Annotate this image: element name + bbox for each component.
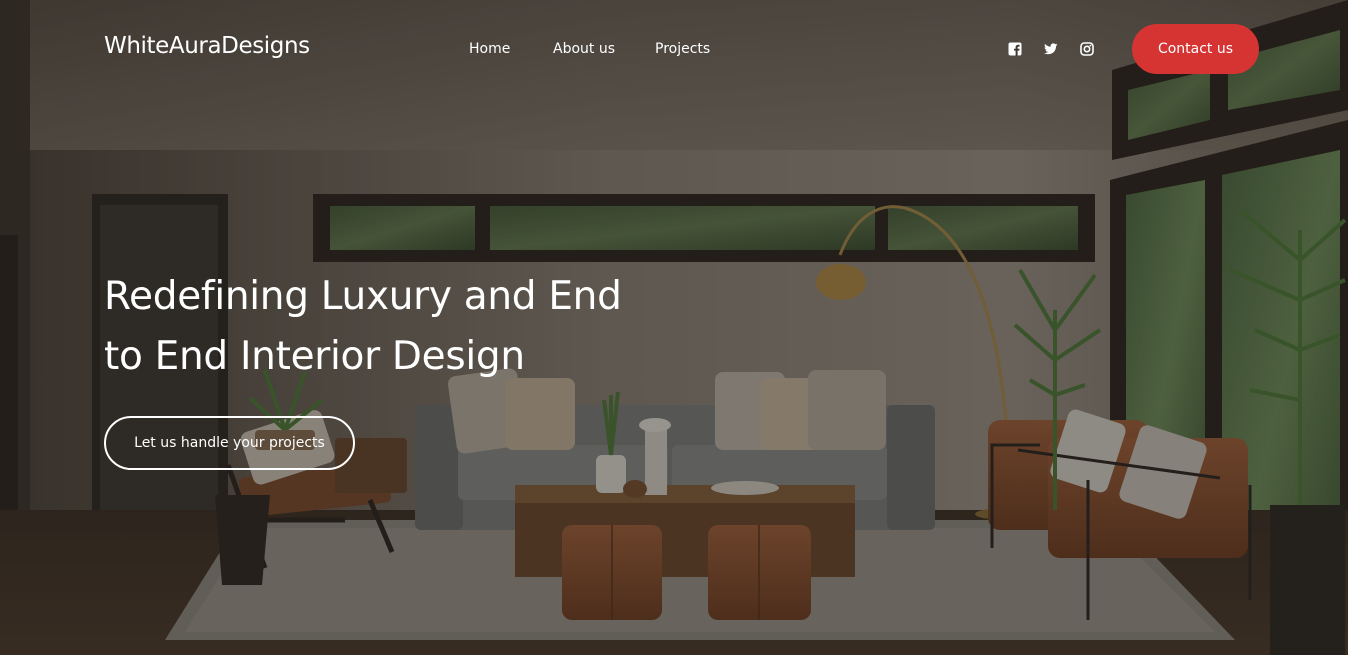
twitter-icon[interactable] (1044, 41, 1058, 55)
hero-headline-line-1: Redefining Luxury and End (104, 274, 622, 319)
nav-item-projects[interactable]: Projects (655, 41, 710, 57)
hero-headline-line-2: to End Interior Design (104, 334, 525, 379)
nav-item-home[interactable]: Home (469, 41, 510, 57)
hero-section: WhiteAuraDesigns Home About us Projects (0, 0, 1348, 655)
instagram-icon[interactable] (1080, 41, 1094, 56)
facebook-icon[interactable] (1008, 41, 1022, 56)
brand-logo[interactable]: WhiteAuraDesigns (104, 33, 310, 59)
hero-headline: Redefining Luxury and End to End Interio… (104, 267, 664, 387)
nav-item-about-us[interactable]: About us (553, 41, 615, 57)
handle-projects-button[interactable]: Let us handle your projects (104, 416, 355, 470)
contact-us-button[interactable]: Contact us (1132, 24, 1259, 74)
